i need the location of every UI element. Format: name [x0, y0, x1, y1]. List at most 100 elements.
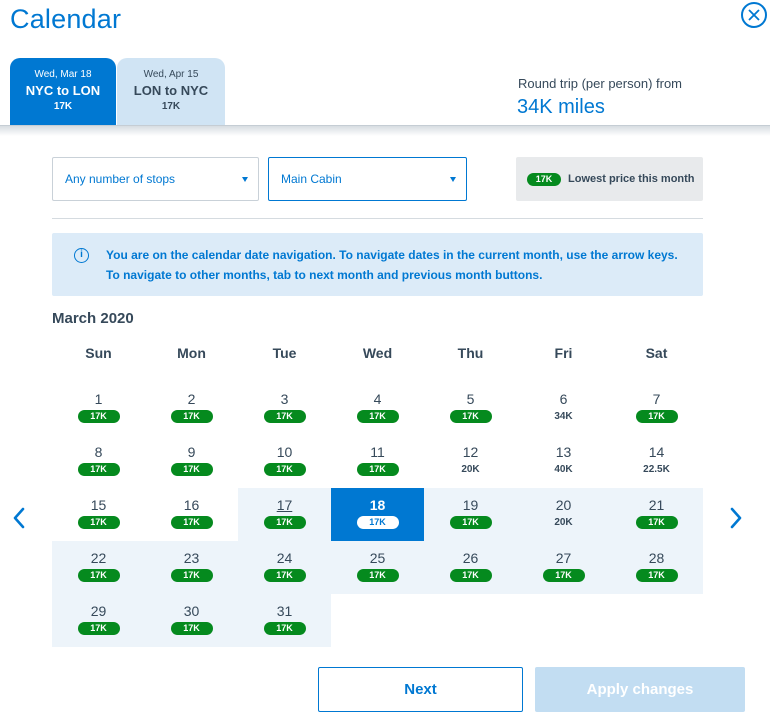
calendar-day[interactable]: 1 17K	[52, 382, 145, 435]
day-number: 24	[276, 550, 293, 566]
day-price-wrap: 17K	[238, 461, 331, 476]
calendar-day[interactable]: 19 17K	[424, 488, 517, 541]
calendar-day[interactable]: 25 17K	[331, 541, 424, 594]
calendar-day[interactable]: 23 17K	[145, 541, 238, 594]
info-text: You are on the calendar date navigation.…	[106, 248, 678, 282]
caret-down-icon	[242, 177, 248, 182]
weekday-label: Mon	[177, 345, 206, 361]
calendar-day[interactable]: 6 34K	[517, 382, 610, 435]
day-price-wrap: 17K	[238, 567, 331, 582]
calendar-day[interactable]: 15 17K	[52, 488, 145, 541]
stops-select[interactable]: Any number of stops	[52, 157, 259, 201]
tab-price: 17K	[53, 101, 73, 112]
day-number: 25	[369, 550, 386, 566]
calendar-day[interactable]: 7 17K	[610, 382, 703, 435]
calendar-day[interactable]: 10 17K	[238, 435, 331, 488]
day-price-wrap: 17K	[145, 514, 238, 529]
day-price-wrap: 17K	[424, 514, 517, 529]
calendar-day[interactable]: 22 17K	[52, 541, 145, 594]
day-number: 5	[466, 391, 475, 407]
day-price-wrap: 17K	[52, 408, 145, 423]
lowest-price-pill: 17K	[263, 516, 306, 529]
day-number: 2	[187, 391, 196, 407]
day-price-wrap: 20K	[517, 514, 610, 529]
calendar-day[interactable]: 12 20K	[424, 435, 517, 488]
day-price-wrap: 17K	[610, 408, 703, 423]
cabin-select[interactable]: Main Cabin	[268, 157, 467, 201]
lowest-price-pill: 17K	[263, 569, 306, 582]
trip-price: 34K miles	[517, 96, 605, 118]
day-number: 16	[183, 497, 200, 513]
header-shadow	[0, 126, 770, 136]
calendar-day[interactable]: 3 17K	[238, 382, 331, 435]
weekday-label: Thu	[457, 345, 484, 361]
calendar-day[interactable]: 30 17K	[145, 594, 238, 647]
lowest-price-pill: 17K	[449, 516, 492, 529]
lowest-price-pill: 17K	[170, 622, 213, 635]
day-price-wrap: 17K	[610, 514, 703, 529]
lowest-price-pill: 17K	[263, 622, 306, 635]
calendar-day[interactable]: 9 17K	[145, 435, 238, 488]
lowest-price-pill: 17K	[170, 569, 213, 582]
close-icon	[748, 9, 760, 21]
calendar-day[interactable]: 27 17K	[517, 541, 610, 594]
tab-price: 17K	[161, 101, 181, 112]
lowest-price-pill: 17K	[77, 463, 120, 476]
calendar-day[interactable]: 2 17K	[145, 382, 238, 435]
day-number: 22	[90, 550, 107, 566]
calendar-day[interactable]: 29 17K	[52, 594, 145, 647]
calendar-day[interactable]: 5 17K	[424, 382, 517, 435]
calendar-day[interactable]: 24 17K	[238, 541, 331, 594]
day-price-wrap: 17K	[52, 620, 145, 635]
previous-month-button[interactable]	[12, 505, 26, 531]
lowest-price-pill: 17K	[356, 516, 399, 529]
calendar-day[interactable]: 21 17K	[610, 488, 703, 541]
calendar-day[interactable]: 14 22.5K	[610, 435, 703, 488]
apply-changes-button[interactable]: Apply changes	[535, 667, 745, 712]
day-price: 34K	[554, 411, 573, 422]
calendar-day[interactable]: 18 17K	[331, 488, 424, 541]
calendar-day[interactable]: 31 17K	[238, 594, 331, 647]
calendar-day[interactable]: 11 17K	[331, 435, 424, 488]
lowest-price-pill: 17K	[170, 410, 213, 423]
day-number: 29	[90, 603, 107, 619]
month-title: March 2020	[52, 310, 134, 327]
lowest-price-pill: 17K	[77, 410, 120, 423]
day-number: 4	[373, 391, 382, 407]
calendar-day[interactable]: 13 40K	[517, 435, 610, 488]
day-number: 20	[555, 497, 572, 513]
weekday-label: Sun	[85, 345, 112, 361]
tab-date: Wed, Apr 15	[143, 69, 199, 80]
next-month-button[interactable]	[729, 505, 743, 531]
calendar-day[interactable]: 20 20K	[517, 488, 610, 541]
day-number: 19	[462, 497, 479, 513]
calendar-day[interactable]: 26 17K	[424, 541, 517, 594]
day-number: 23	[183, 550, 200, 566]
tab-route: NYC to LON	[25, 83, 101, 98]
lowest-price-pill: 17K	[635, 516, 678, 529]
tab-outbound[interactable]: Wed, Mar 18 NYC to LON 17K	[10, 58, 116, 126]
day-price-wrap: 17K	[424, 408, 517, 423]
calendar-day[interactable]: 4 17K	[331, 382, 424, 435]
day-number: 15	[90, 497, 107, 513]
lowest-price-pill: 17K	[449, 410, 492, 423]
calendar-day[interactable]: 8 17K	[52, 435, 145, 488]
day-price-wrap: 22.5K	[610, 461, 703, 476]
calendar-day[interactable]: 16 17K	[145, 488, 238, 541]
day-price-wrap: 17K	[145, 461, 238, 476]
day-price-wrap: 17K	[610, 567, 703, 582]
calendar-day[interactable]: 28 17K	[610, 541, 703, 594]
day-price-wrap: 17K	[331, 408, 424, 423]
tab-return[interactable]: Wed, Apr 15 LON to NYC 17K	[117, 58, 225, 126]
close-button[interactable]	[741, 2, 767, 28]
lowest-price-pill: 17K	[263, 463, 306, 476]
day-number: 27	[555, 550, 572, 566]
day-price-wrap: 17K	[424, 567, 517, 582]
calendar-day[interactable]: 17 17K	[238, 488, 331, 541]
day-price-wrap: 17K	[331, 514, 424, 529]
day-number: 8	[94, 444, 103, 460]
next-button[interactable]: Next	[318, 667, 523, 712]
lowest-price-pill: 17K	[77, 516, 120, 529]
section-divider	[52, 218, 703, 219]
day-price-wrap: 17K	[238, 620, 331, 635]
